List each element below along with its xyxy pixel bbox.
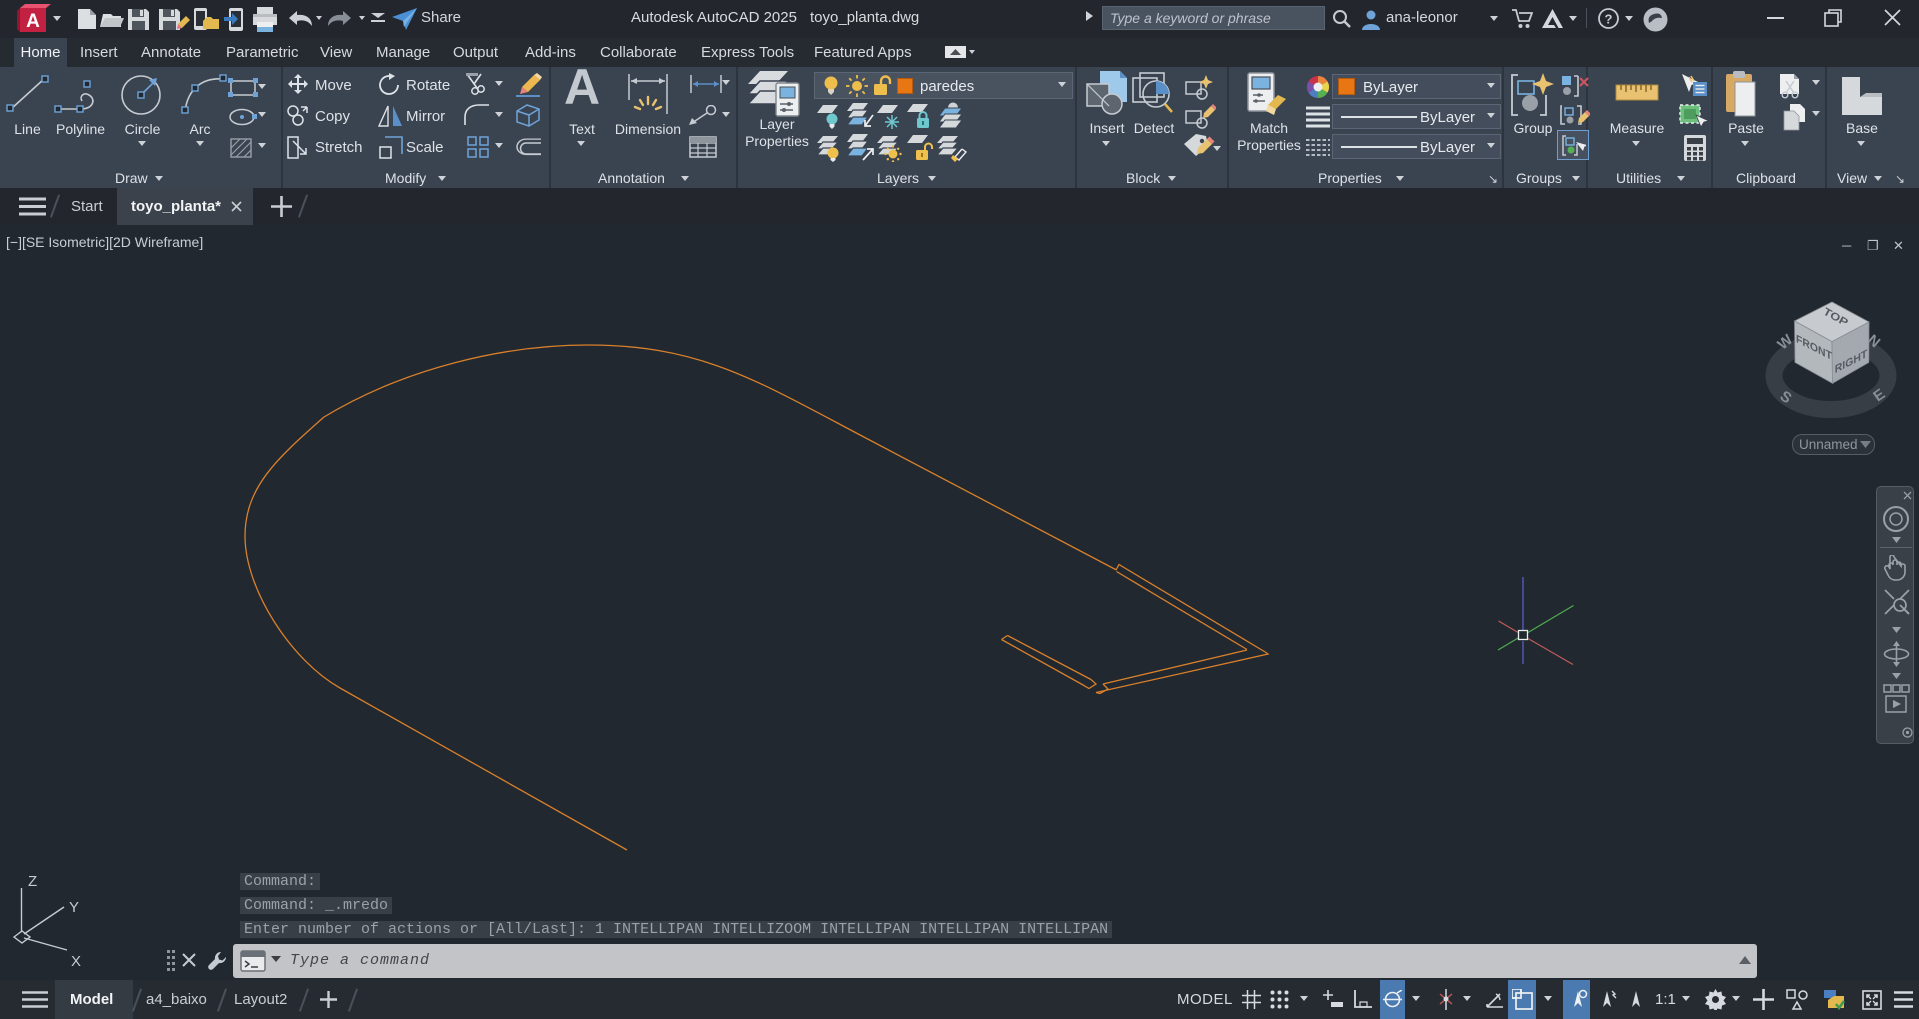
svg-text:Z: Z (28, 873, 37, 890)
svg-text:Y: Y (69, 899, 79, 916)
svg-text:X: X (71, 953, 81, 970)
